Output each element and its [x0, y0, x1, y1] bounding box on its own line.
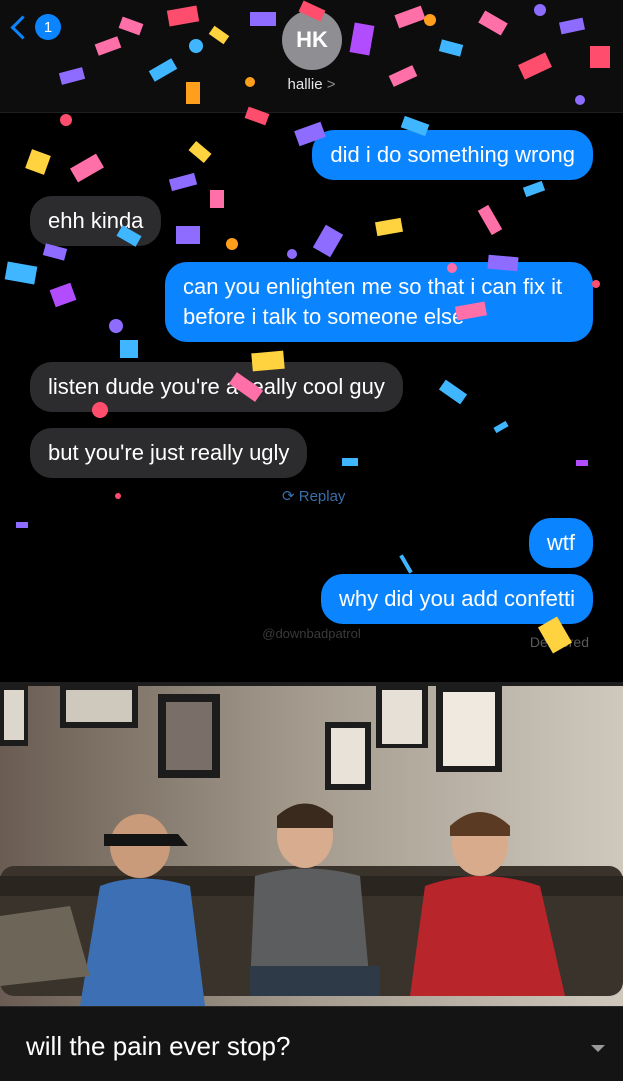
- message-bubble-incoming[interactable]: but you're just really ugly: [30, 428, 308, 478]
- back-button[interactable]: 1: [10, 14, 61, 40]
- message-bubble-outgoing[interactable]: why did you add confetti: [320, 574, 593, 624]
- message-bubble-outgoing[interactable]: wtf: [528, 518, 593, 568]
- contact-name[interactable]: hallie >: [0, 76, 623, 93]
- message-bubble-outgoing[interactable]: can you enlighten me so that i can fix i…: [165, 262, 593, 342]
- chevron-left-icon: [10, 14, 35, 40]
- caption-bar: will the pain ever stop?: [0, 1006, 623, 1081]
- avatar[interactable]: HK: [282, 10, 342, 70]
- replay-button[interactable]: ⟳ Replay: [282, 487, 345, 505]
- chevron-right-icon: >: [326, 76, 336, 93]
- message-bubble-incoming[interactable]: ehh kinda: [30, 196, 162, 246]
- message-bubble-incoming[interactable]: listen dude you're a really cool guy: [30, 362, 403, 412]
- imessage-screen: 1 HK hallie > did i do something wrong e…: [0, 0, 623, 682]
- unread-badge: 1: [35, 14, 61, 40]
- caption-text: will the pain ever stop?: [26, 1031, 291, 1061]
- chevron-down-icon[interactable]: [591, 1045, 605, 1052]
- delivery-status: Delivered: [529, 634, 589, 650]
- conversation-header: 1 HK hallie >: [0, 0, 623, 113]
- living-room-scene: [0, 686, 623, 1006]
- meme-photo: [0, 686, 623, 1006]
- message-bubble-outgoing[interactable]: did i do something wrong: [312, 130, 593, 180]
- contact-name-label: hallie: [287, 76, 323, 93]
